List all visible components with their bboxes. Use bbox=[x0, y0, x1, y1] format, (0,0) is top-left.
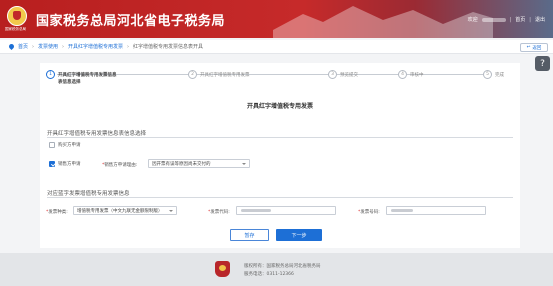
checkbox-checked-icon bbox=[49, 161, 55, 167]
step-1-circle: 1 bbox=[46, 70, 55, 79]
back-arrow-icon: ↩ bbox=[526, 45, 531, 50]
step-2-label: 开具红字增值税专用发票 bbox=[200, 73, 250, 78]
save-draft-button[interactable]: 暂存 bbox=[230, 229, 269, 241]
logout-link[interactable]: 退出 bbox=[535, 16, 545, 23]
step-1-label: 开具红字增值税专用发票信息 bbox=[58, 73, 117, 78]
copyright-text: 版权所有：国家税务总局河北省税务局 bbox=[244, 264, 321, 269]
service-hotline: 服务电话：0311-12366 bbox=[244, 272, 294, 277]
reason-label: *销售方申请理由: bbox=[102, 163, 138, 168]
invoice-type-select[interactable]: 增值税专用发票（中文九联无金额限制版） bbox=[73, 206, 177, 215]
location-pin-icon bbox=[7, 42, 16, 51]
step-3-circle: 3 bbox=[328, 70, 337, 79]
masked-value bbox=[241, 209, 271, 212]
tax-emblem-icon bbox=[215, 261, 230, 277]
checkbox-unchecked-icon bbox=[49, 142, 55, 148]
breadcrumb: 首页 › 发票使用 › 开具红字增值税专用发票 › 红字增值税专用发票信息表开具 bbox=[0, 40, 553, 54]
site-title: 国家税务总局河北省电子税务局 bbox=[36, 14, 226, 29]
question-icon: ? bbox=[540, 58, 545, 69]
invoice-number-input[interactable] bbox=[386, 206, 486, 215]
chevron-right-icon: › bbox=[32, 43, 35, 50]
back-button[interactable]: ↩ 返回 bbox=[520, 43, 548, 52]
chevron-down-icon bbox=[242, 163, 246, 165]
site-header: 国家税务总局 国家税务总局河北省电子税务局 欢迎 | 首页 | 退出 bbox=[0, 0, 553, 38]
progress-steps: 1 开具红字增值税专用发票信息 表信息选择 2 开具红字增值税专用发票 3 预览… bbox=[44, 68, 520, 86]
step-4-label: 审核中 bbox=[410, 73, 424, 78]
header-user-area: 欢迎 | 首页 | 退出 bbox=[467, 16, 545, 24]
selection-group-title: 开具红字增值税专用发票信息表信息选择 bbox=[47, 131, 147, 137]
breadcrumb-home[interactable]: 首页 bbox=[18, 43, 28, 50]
next-step-button[interactable]: 下一步 bbox=[276, 229, 322, 241]
page-heading: 开具红字增值税专用发票 bbox=[246, 103, 313, 110]
step-5-label: 完成 bbox=[495, 73, 504, 78]
step-4-circle: 4 bbox=[398, 70, 407, 79]
site-footer: 版权所有：国家税务总局河北省税务局 服务电话：0311-12366 bbox=[0, 253, 553, 286]
buyer-apply-label: 购买方申请 bbox=[58, 143, 81, 148]
main-card: 1 开具红字增值税专用发票信息 表信息选择 2 开具红字增值税专用发票 3 预览… bbox=[40, 63, 520, 248]
invoice-type-label: *发票种类: bbox=[46, 210, 68, 215]
reason-select-value: 因开票有误等原因尚未交付的 bbox=[152, 161, 211, 167]
step-5-circle: 5 bbox=[483, 70, 492, 79]
step-2-circle: 2 bbox=[188, 70, 197, 79]
breadcrumb-current: 红字增值税专用发票信息表开具 bbox=[133, 44, 204, 50]
blue-invoice-group-title: 对应蓝字发票增值税专用发票信息 bbox=[47, 191, 130, 197]
invoice-code-input[interactable] bbox=[236, 206, 336, 215]
breadcrumb-red-invoice[interactable]: 开具红字增值税专用发票 bbox=[68, 43, 123, 50]
help-button[interactable]: ? bbox=[535, 56, 550, 71]
header-home-link[interactable]: 首页 bbox=[515, 16, 525, 23]
welcome-text: 欢迎 bbox=[467, 17, 478, 23]
chevron-down-icon bbox=[169, 210, 173, 212]
invoice-number-label: *发票号码: bbox=[358, 210, 380, 215]
reason-select[interactable]: 因开票有误等原因尚未交付的 bbox=[148, 159, 250, 168]
buyer-apply-checkbox[interactable]: 购买方申请 bbox=[49, 142, 81, 148]
seller-apply-checkbox[interactable]: 销售方申请 bbox=[49, 161, 81, 167]
user-name-masked bbox=[481, 17, 506, 22]
divider bbox=[47, 197, 513, 198]
breadcrumb-invoice-use[interactable]: 发票使用 bbox=[38, 43, 58, 50]
step-3-label: 预览提交 bbox=[340, 73, 358, 78]
next-step-label: 下一步 bbox=[291, 232, 307, 239]
chevron-right-icon: › bbox=[127, 43, 130, 50]
great-wall-banner-image bbox=[273, 6, 493, 38]
divider bbox=[47, 137, 513, 138]
seller-apply-label: 销售方申请 bbox=[58, 162, 81, 167]
back-button-label: 返回 bbox=[532, 45, 542, 51]
step-1-sublabel: 表信息选择 bbox=[58, 80, 81, 85]
invoice-type-select-value: 增值税专用发票（中文九联无金额限制版） bbox=[77, 208, 163, 214]
tax-bureau-logo bbox=[7, 6, 27, 26]
logo-caption: 国家税务总局 bbox=[5, 27, 26, 31]
masked-value bbox=[391, 209, 413, 212]
save-draft-label: 暂存 bbox=[244, 232, 255, 239]
invoice-code-label: *发票代码: bbox=[208, 210, 230, 215]
chevron-right-icon: › bbox=[62, 43, 65, 50]
